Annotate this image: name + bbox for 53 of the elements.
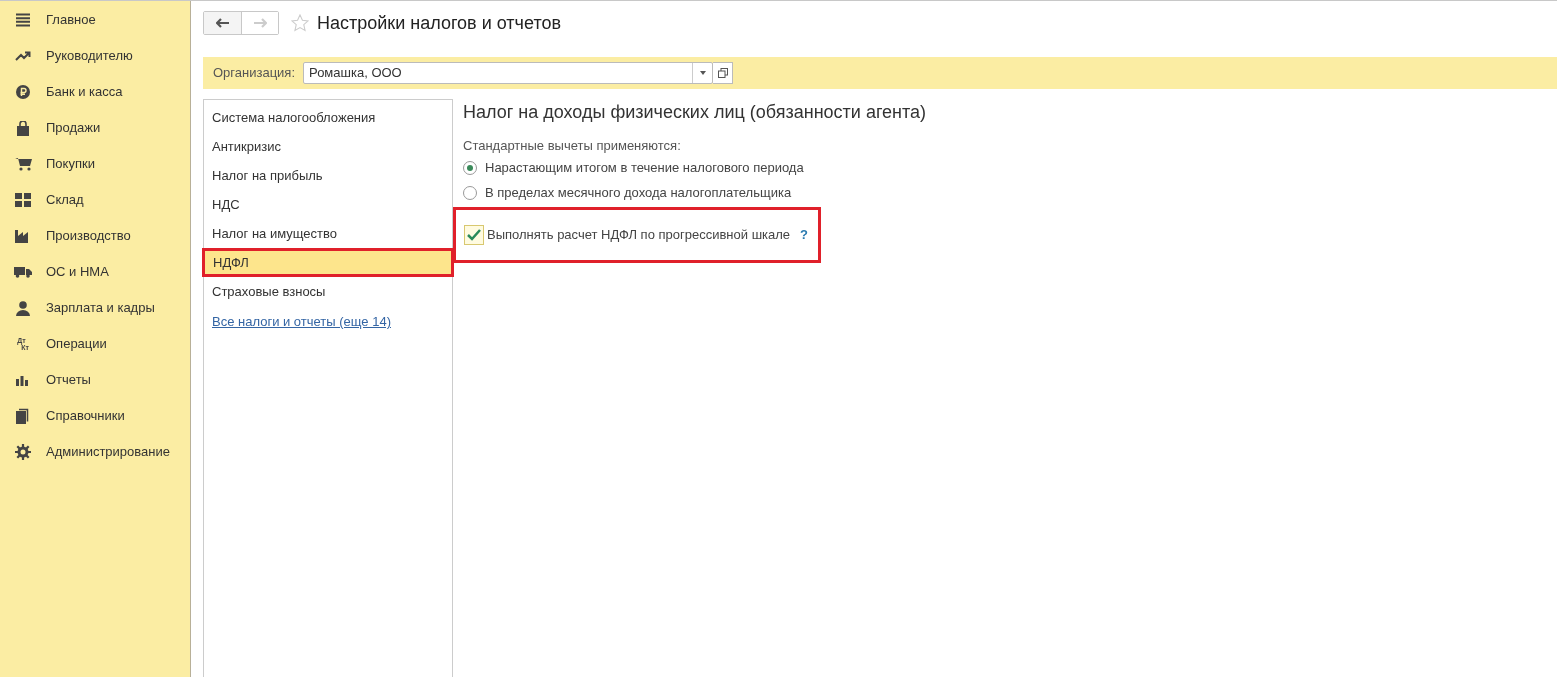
radio-label: В пределах месячного дохода налогоплательщика <box>485 184 792 203</box>
menu-icon <box>15 13 31 27</box>
sidebar-item[interactable]: ОС и НМА <box>46 262 109 282</box>
section-item[interactable]: Антикризис <box>204 132 452 161</box>
window-title: Настройки налогов и отчетов <box>317 11 561 35</box>
radio-button[interactable] <box>463 161 477 175</box>
all-taxes-link[interactable]: Все налоги и отчеты (еще 14) <box>212 312 391 332</box>
sidebar-item[interactable]: Отчеты <box>46 370 91 390</box>
copy-icon <box>717 68 728 78</box>
shopping-bag-icon <box>16 120 30 136</box>
gear-icon <box>15 444 31 460</box>
radio-label: Нарастающим итогом в течение налогового периода <box>485 159 804 178</box>
section-item[interactable]: Система налогообложения <box>204 103 452 132</box>
cart-icon <box>14 157 32 171</box>
star-icon[interactable] <box>291 14 309 32</box>
left-arrow-icon <box>215 18 230 28</box>
ruble-coin-icon <box>16 85 30 99</box>
sidebar-item[interactable]: Банк и касса <box>46 82 123 102</box>
person-icon <box>16 300 30 316</box>
sidebar-item[interactable]: Руководителю <box>46 46 133 66</box>
organization-label: Организация: <box>213 64 296 83</box>
sidebar-item[interactable]: Зарплата и кадры <box>46 298 155 318</box>
sidebar-item[interactable]: Покупки <box>46 154 95 174</box>
sidebar-item[interactable]: Администрирование <box>46 442 170 462</box>
caret-icon <box>699 71 706 75</box>
sidebar-item[interactable]: Продажи <box>46 118 101 138</box>
grid-icon <box>15 193 31 207</box>
section-item[interactable]: Налог на прибыль <box>204 161 452 190</box>
section-item[interactable]: НДФЛ <box>202 248 454 277</box>
sidebar-item[interactable]: Склад <box>46 190 84 210</box>
sidebar-item[interactable]: Справочники <box>46 406 125 426</box>
factory-icon <box>15 229 31 243</box>
sidebar-item[interactable]: Производство <box>46 226 131 246</box>
checkmark-icon <box>467 228 481 241</box>
truck-icon <box>14 266 32 278</box>
organization-field[interactable]: Ромашка, ООО <box>303 62 714 84</box>
help-link[interactable]: ? <box>800 224 809 245</box>
sidebar-item[interactable]: Операции <box>46 334 107 354</box>
section-item[interactable]: Страховые взносы <box>204 277 452 306</box>
bar-chart-icon <box>16 374 30 386</box>
open-button[interactable] <box>713 62 734 84</box>
checkbox-label: Выполнять расчет НДФЛ по прогрессивной шкале <box>487 225 791 244</box>
deductions-label: Стандартные вычеты применяются: <box>463 137 682 155</box>
section-item[interactable]: НДС <box>204 190 452 219</box>
section-item[interactable]: Налог на имущество <box>204 219 452 248</box>
sidebar-item[interactable]: Главное <box>46 10 96 30</box>
checkbox[interactable] <box>464 224 484 245</box>
stacked-pages-icon <box>16 408 30 424</box>
trend-arrow-icon <box>15 51 31 61</box>
right-arrow-icon <box>253 18 267 28</box>
radio-button[interactable] <box>463 186 477 200</box>
section-heading: Налог на доходы физических лиц (обязанности агента) <box>463 101 927 124</box>
back-button[interactable] <box>204 12 242 34</box>
